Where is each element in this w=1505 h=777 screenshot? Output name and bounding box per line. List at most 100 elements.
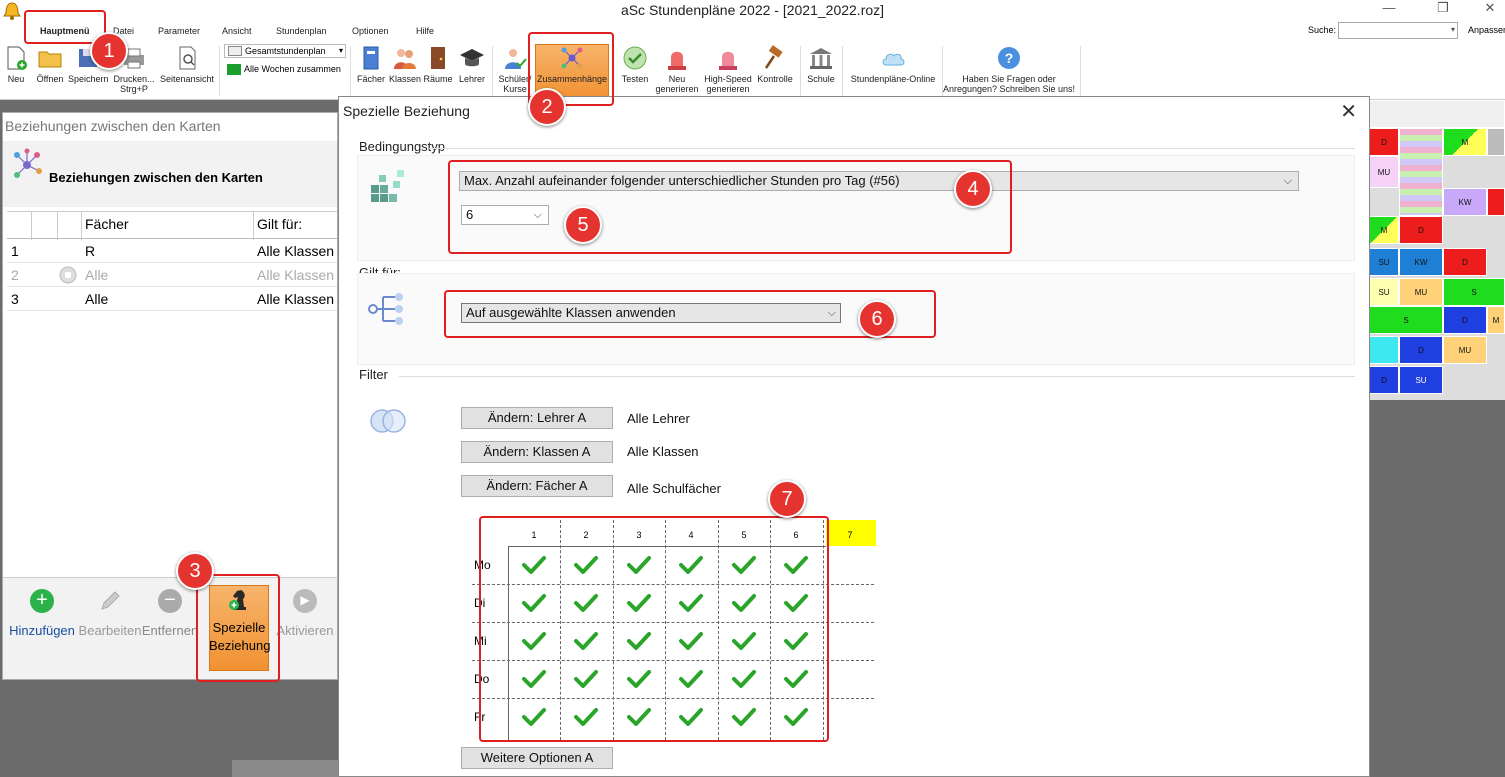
column-number[interactable]: 5 xyxy=(718,530,770,540)
close-window-icon[interactable]: ✕ xyxy=(1475,0,1505,20)
day-label[interactable]: Fr xyxy=(474,710,485,724)
timetable-cell[interactable]: SU xyxy=(1369,278,1399,306)
timetable-cell[interactable]: MU xyxy=(1399,278,1443,306)
chevron-down-icon[interactable]: ▾ xyxy=(1451,25,1455,34)
page-view-button[interactable]: Seitenansicht xyxy=(158,44,216,84)
timetable-cell[interactable]: M xyxy=(1369,216,1399,244)
customize-link[interactable]: Anpassen xyxy=(1468,25,1505,35)
feedback-button[interactable]: ? Haben Sie Fragen oder Anregungen? Schr… xyxy=(940,44,1078,94)
tab-stundenplan[interactable]: Stundenplan xyxy=(276,26,327,36)
check-icon[interactable] xyxy=(731,668,757,690)
count-select[interactable]: 6 ⌵ xyxy=(461,205,549,225)
timetable-cell[interactable]: D xyxy=(1369,128,1399,156)
timetable-cell[interactable]: MU xyxy=(1443,336,1487,364)
check-icon[interactable] xyxy=(678,554,704,576)
check-icon[interactable] xyxy=(731,592,757,614)
check-icon[interactable] xyxy=(626,630,652,652)
check-icon[interactable] xyxy=(626,668,652,690)
students-button[interactable]: Schüler/ Kurse xyxy=(496,44,534,94)
applies-select[interactable]: Auf ausgewählte Klassen anwenden ⌵ xyxy=(461,303,841,323)
chevron-down-icon[interactable]: ⌵ xyxy=(1284,172,1292,190)
tab-parameter[interactable]: Parameter xyxy=(158,26,200,36)
change-teachers-button[interactable]: Ändern: Lehrer A xyxy=(461,407,613,429)
timetable-cell[interactable]: SU xyxy=(1399,366,1443,394)
close-icon[interactable]: ✕ xyxy=(1340,99,1357,124)
timetable-cell[interactable]: D xyxy=(1399,336,1443,364)
highspeed-generate-button[interactable]: High-Speed generieren xyxy=(702,44,754,94)
column-number[interactable]: 4 xyxy=(665,530,717,540)
timetable-cell[interactable]: D xyxy=(1369,366,1399,394)
timetable-cell[interactable] xyxy=(1487,188,1505,216)
check-icon[interactable] xyxy=(573,554,599,576)
classes-button[interactable]: Klassen xyxy=(388,44,422,84)
tab-hilfe[interactable]: Hilfe xyxy=(416,26,434,36)
check-icon[interactable] xyxy=(626,554,652,576)
check-icon[interactable] xyxy=(678,592,704,614)
check-icon[interactable] xyxy=(678,668,704,690)
chevron-down-icon[interactable]: ⌵ xyxy=(534,206,542,224)
column-number[interactable]: 1 xyxy=(508,530,560,540)
check-icon[interactable] xyxy=(573,668,599,690)
test-button[interactable]: Testen xyxy=(618,44,652,84)
search-input[interactable]: ▾ xyxy=(1338,22,1458,39)
timetable-cell[interactable] xyxy=(1399,128,1443,216)
minimize-icon[interactable]: — xyxy=(1374,0,1404,20)
check-icon[interactable] xyxy=(678,706,704,728)
check-icon[interactable] xyxy=(731,554,757,576)
change-classes-button[interactable]: Ändern: Klassen A xyxy=(461,441,613,463)
timetable-cell[interactable]: D xyxy=(1443,248,1487,276)
tab-hauptmenu[interactable]: Hauptmenü xyxy=(40,26,90,36)
check-icon[interactable] xyxy=(783,706,809,728)
table-row[interactable]: 1 R Alle Klassen xyxy=(7,239,337,263)
timetable-cell[interactable]: KW xyxy=(1443,188,1487,216)
timetable-cell[interactable]: D xyxy=(1399,216,1443,244)
open-button[interactable]: Öffnen xyxy=(34,44,66,84)
check-icon[interactable] xyxy=(521,554,547,576)
online-button[interactable]: Stundenpläne-Online xyxy=(846,44,940,84)
special-relation-button[interactable]: Spezielle Beziehung xyxy=(209,587,270,655)
timetable-cell[interactable]: M xyxy=(1487,306,1505,334)
timetable-cell[interactable]: KW xyxy=(1399,248,1443,276)
timetable-cell[interactable]: M xyxy=(1443,128,1487,156)
column-number[interactable]: 3 xyxy=(613,530,665,540)
check-icon[interactable] xyxy=(626,706,652,728)
day-label[interactable]: Mi xyxy=(474,634,487,648)
check-icon[interactable] xyxy=(783,554,809,576)
timetable-cell[interactable]: D xyxy=(1443,306,1487,334)
table-row[interactable]: 2 Alle Alle Klassen xyxy=(7,263,337,287)
check-icon[interactable] xyxy=(783,630,809,652)
check-icon[interactable] xyxy=(521,592,547,614)
add-button[interactable]: + Hinzufügen xyxy=(9,589,75,638)
check-icon[interactable] xyxy=(783,592,809,614)
check-icon[interactable] xyxy=(573,592,599,614)
table-row[interactable]: 3 Alle Alle Klassen xyxy=(7,287,337,311)
column-number[interactable]: 7 xyxy=(824,530,876,540)
timetable-cell[interactable]: S xyxy=(1369,306,1443,334)
chevron-down-icon[interactable]: ⌵ xyxy=(828,304,836,322)
timetable-cell[interactable]: SU xyxy=(1369,248,1399,276)
more-options-button[interactable]: Weitere Optionen A xyxy=(461,747,613,769)
check-button[interactable]: Kontrolle xyxy=(754,44,796,84)
check-icon[interactable] xyxy=(521,706,547,728)
check-icon[interactable] xyxy=(731,706,757,728)
check-icon[interactable] xyxy=(678,630,704,652)
school-button[interactable]: Schule xyxy=(804,44,838,84)
activate-button[interactable]: ▶ Aktivieren xyxy=(275,589,335,638)
subjects-button[interactable]: Fächer xyxy=(356,44,386,84)
check-icon[interactable] xyxy=(626,592,652,614)
weeks-select[interactable]: Alle Wochen zusammen xyxy=(224,63,346,77)
edit-button[interactable]: Bearbeiten xyxy=(77,589,143,638)
check-icon[interactable] xyxy=(783,668,809,690)
timetable-cell[interactable] xyxy=(1487,128,1505,156)
relations-button[interactable]: Zusammenhänge xyxy=(536,44,608,84)
regenerate-button[interactable]: Neu generieren xyxy=(652,44,702,94)
column-header-subjects[interactable]: Fächer xyxy=(85,216,129,232)
check-icon[interactable] xyxy=(573,630,599,652)
timetable-cell[interactable] xyxy=(1369,336,1399,364)
column-number[interactable]: 6 xyxy=(770,530,822,540)
tab-ansicht[interactable]: Ansicht xyxy=(222,26,252,36)
day-label[interactable]: Do xyxy=(474,672,489,686)
day-label[interactable]: Di xyxy=(474,596,485,610)
timetable-cell[interactable]: S xyxy=(1443,278,1505,306)
chevron-down-icon[interactable]: ▾ xyxy=(339,45,343,57)
